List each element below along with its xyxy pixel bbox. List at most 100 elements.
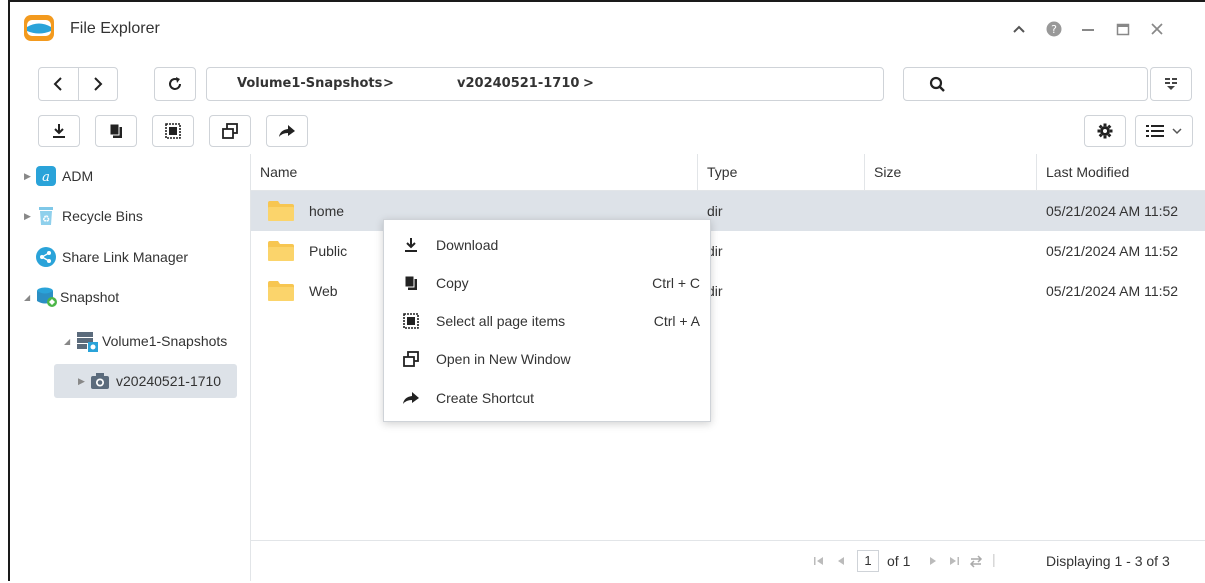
copy-icon (109, 123, 122, 138)
file-modified: 05/21/2024 AM 11:52 (1046, 243, 1179, 259)
maximize-icon (1116, 23, 1130, 36)
chevron-up-icon (1013, 25, 1025, 33)
pager: 1 of 1 | Displaying 1 - 3 of 3 (251, 540, 1205, 581)
download-icon (53, 124, 65, 138)
folder-icon (268, 241, 294, 261)
first-page-icon[interactable] (813, 555, 825, 567)
chevron-down-icon (1172, 128, 1182, 135)
sidebar-item-share-link-manager[interactable]: Share Link Manager (36, 240, 188, 274)
menu-item-select-all[interactable]: Select all page items Ctrl + A (384, 302, 710, 340)
collapse-button[interactable] (1008, 18, 1030, 40)
settings-button[interactable] (1084, 115, 1126, 147)
download-icon (405, 238, 417, 252)
close-button[interactable] (1146, 18, 1168, 40)
select-all-button[interactable] (152, 115, 194, 147)
breadcrumb-separator-icon: > (583, 76, 594, 91)
advanced-search-button[interactable] (1150, 67, 1192, 101)
breadcrumb-separator-icon: > (383, 76, 394, 91)
create-shortcut-button[interactable] (266, 115, 308, 147)
snapshot-db-icon (37, 287, 57, 307)
page-number-input[interactable]: 1 (857, 550, 879, 572)
menu-item-create-shortcut[interactable]: Create Shortcut (384, 379, 710, 417)
menu-item-open-new-window[interactable]: Open in New Window (384, 340, 710, 378)
copy-button[interactable] (95, 115, 137, 147)
select-all-icon (165, 123, 181, 139)
file-modified: 05/21/2024 AM 11:52 (1046, 283, 1179, 299)
search-icon (929, 76, 945, 92)
refresh-button[interactable] (154, 67, 196, 101)
sidebar-item-adm[interactable]: ▶ a ADM (24, 159, 93, 193)
last-page-icon[interactable] (948, 555, 960, 567)
history-nav-group (38, 67, 118, 101)
breadcrumb-item-v20240521[interactable]: v20240521-1710 (457, 76, 579, 91)
menu-shortcut: Ctrl + A (653, 313, 700, 329)
refresh-icon (169, 77, 181, 90)
menu-item-label: Open in New Window (436, 351, 571, 367)
file-name: Public (309, 243, 348, 259)
chevron-left-icon (53, 77, 62, 91)
file-explorer-app-icon (24, 15, 54, 41)
menu-shortcut: Ctrl + C (652, 275, 700, 291)
volume-snapshots-icon (77, 332, 98, 352)
expand-arrow-icon[interactable]: ▶ (24, 171, 36, 182)
file-size (865, 191, 874, 231)
menu-item-label: Copy (436, 275, 469, 291)
refresh-page-icon[interactable] (969, 554, 983, 568)
menu-item-copy[interactable]: Copy Ctrl + C (384, 264, 710, 302)
svg-text:a: a (42, 170, 50, 185)
expand-arrow-icon[interactable]: ▶ (24, 211, 36, 222)
page-count: of 1 (887, 553, 911, 569)
minimize-button[interactable] (1077, 18, 1099, 40)
open-new-window-button[interactable] (209, 115, 251, 147)
column-header-last-modified[interactable]: Last Modified (1037, 154, 1205, 190)
sidebar-item-v20240521-1710[interactable]: ▶ v20240521-1710 (54, 364, 237, 398)
collapse-arrow-icon[interactable]: ◢ (24, 293, 36, 302)
column-header-name[interactable]: Name (251, 154, 698, 190)
gear-icon (1097, 123, 1113, 139)
folder-icon (268, 201, 294, 221)
maximize-button[interactable] (1112, 18, 1134, 40)
chevron-right-icon (94, 77, 103, 91)
menu-item-label: Create Shortcut (436, 390, 535, 406)
close-icon (1151, 23, 1163, 35)
shortcut-arrow-icon (403, 392, 419, 404)
help-button[interactable]: ? (1043, 18, 1065, 40)
shortcut-arrow-icon (279, 125, 295, 137)
back-button[interactable] (39, 68, 79, 100)
sidebar-item-label: Snapshot (60, 289, 120, 305)
search-input[interactable] (903, 67, 1148, 101)
recycle-bin-icon: ♻ (39, 207, 53, 225)
sidebar-item-label: v20240521-1710 (116, 373, 222, 389)
prev-page-icon[interactable] (835, 555, 847, 567)
sidebar-item-snapshot[interactable]: ◢ Snapshot (24, 280, 119, 314)
context-menu: Download Copy Ctrl + C Select all page i… (383, 219, 711, 422)
menu-item-label: Download (436, 237, 499, 253)
view-mode-dropdown[interactable] (1135, 115, 1193, 147)
minimize-icon (1082, 29, 1094, 31)
new-window-icon (403, 351, 419, 367)
forward-button[interactable] (79, 68, 118, 100)
menu-item-label: Select all page items (436, 313, 566, 329)
new-window-icon (222, 123, 238, 139)
download-button[interactable] (38, 115, 80, 147)
sidebar-item-recycle-bins[interactable]: ▶ ♻ Recycle Bins (24, 199, 143, 233)
expand-arrow-icon[interactable]: ▶ (78, 376, 90, 387)
file-name: home (309, 203, 345, 219)
display-count: Displaying 1 - 3 of 3 (1046, 553, 1170, 569)
help-icon: ? (1046, 21, 1062, 37)
file-modified: 05/21/2024 AM 11:52 (1046, 203, 1179, 219)
share-link-icon (36, 247, 56, 267)
sidebar-tree: ▶ a ADM ▶ ♻ Recycle Bins Share Link Mana… (10, 154, 250, 583)
file-size (865, 271, 874, 311)
camera-icon (91, 373, 109, 389)
copy-icon (404, 275, 417, 290)
column-header-type[interactable]: Type (698, 154, 865, 190)
column-header-size[interactable]: Size (865, 154, 1037, 190)
list-view-icon (1146, 125, 1164, 137)
collapse-arrow-icon[interactable]: ◢ (64, 337, 76, 346)
next-page-icon[interactable] (927, 555, 939, 567)
menu-item-download[interactable]: Download (384, 226, 710, 264)
pager-divider: | (992, 551, 996, 567)
breadcrumb-item-volume1-snapshots[interactable]: Volume1-Snapshots (237, 76, 382, 91)
sidebar-item-volume1-snapshots[interactable]: ◢ Volume1-Snapshots (64, 324, 227, 358)
